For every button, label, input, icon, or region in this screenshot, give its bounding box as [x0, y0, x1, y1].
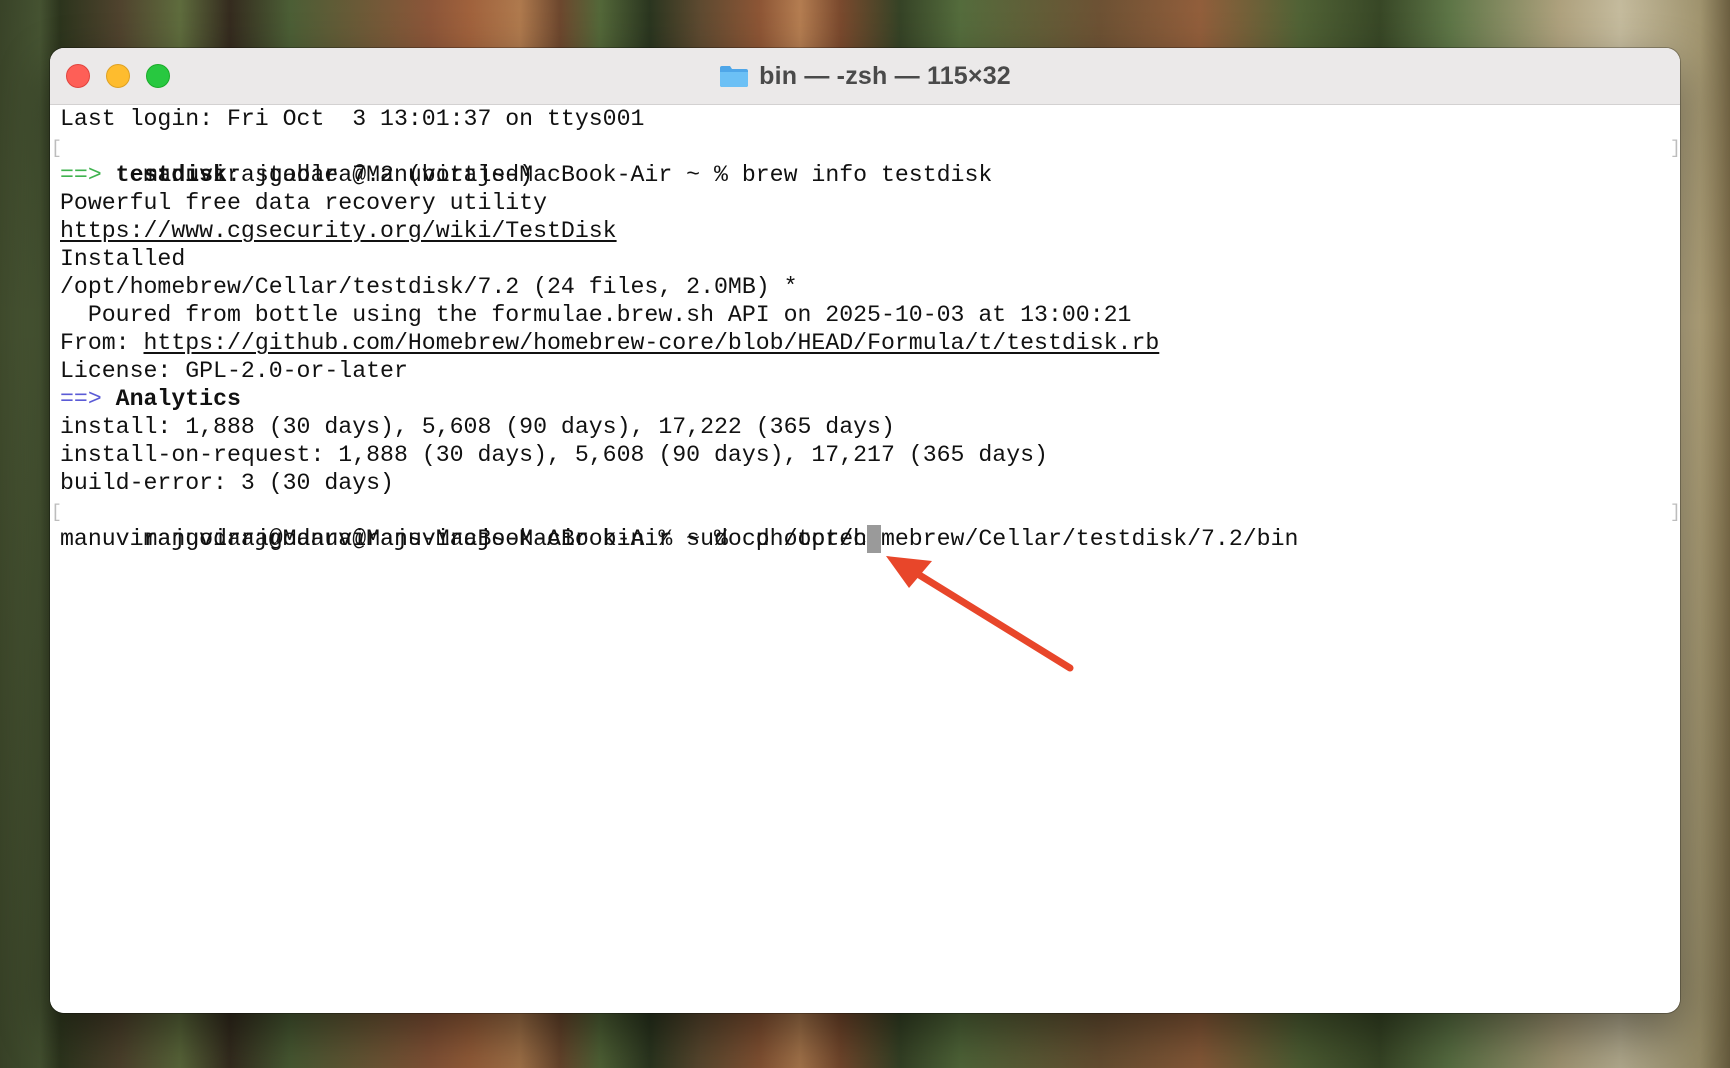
text-cursor: [867, 525, 882, 553]
mark-right: ]: [1670, 139, 1680, 159]
prompt-line-brew-info: [manuvirajgodara@Manuvirajs-MacBook-Air …: [51, 133, 1680, 188]
terminal-output[interactable]: Last login: Fri Oct 3 13:01:37 on ttys00…: [50, 105, 1680, 1013]
homepage-line: https://www.cgsecurity.org/wiki/TestDisk: [60, 217, 1680, 245]
installed-line: Installed: [60, 246, 186, 272]
description-line: Powerful free data recovery utility: [60, 190, 548, 216]
analytics-header-line: ==> Analytics: [60, 385, 1680, 413]
mark-left: [: [51, 503, 62, 523]
window-title: bin — -zsh — 115×32: [759, 61, 1011, 90]
analytics-arrow: ==>: [60, 386, 102, 412]
current-command: manuvirajgodara@Manuvirajs-MacBook-Air b…: [60, 526, 868, 552]
prompt-line-cd: [ manuvirajgodara@Manuvirajs-MacBook-Air …: [51, 497, 1680, 552]
install-path-line: /opt/homebrew/Cellar/testdisk/7.2 (24 fi…: [60, 274, 798, 300]
window-title-group: bin — -zsh — 115×32: [50, 48, 1680, 104]
from-line: From: https://github.com/Homebrew/homebr…: [60, 329, 1680, 357]
last-login-line: Last login: Fri Oct 3 13:01:37 on ttys00…: [60, 106, 645, 132]
info-arrow: ==>: [60, 162, 102, 188]
license-line: License: GPL-2.0-or-later: [60, 358, 408, 384]
info-header-line: ==> testdisk: stable 7.2 (bottled): [60, 161, 1680, 189]
title-bar[interactable]: bin — -zsh — 115×32: [50, 48, 1680, 105]
build-error-line: build-error: 3 (30 days): [60, 470, 394, 496]
homepage-link[interactable]: https://www.cgsecurity.org/wiki/TestDisk: [60, 218, 617, 244]
mark-left: [: [51, 139, 62, 159]
folder-icon: [720, 66, 749, 87]
mark-right: ]: [1670, 503, 1680, 523]
terminal-window[interactable]: bin — -zsh — 115×32 Last login: Fri Oct …: [50, 48, 1680, 1013]
prompt-line-current[interactable]: manuvirajgodara@Manuvirajs-MacBook-Air b…: [60, 525, 1680, 553]
poured-line: Poured from bottle using the formulae.br…: [60, 302, 1132, 328]
formula-source-link[interactable]: https://github.com/Homebrew/homebrew-cor…: [144, 330, 1160, 356]
install-stats-line: install: 1,888 (30 days), 5,608 (90 days…: [60, 414, 895, 440]
formula-name: testdisk: [115, 162, 227, 188]
analytics-label: Analytics: [115, 386, 241, 412]
from-label: From:: [60, 330, 144, 356]
formula-version: : stable 7.2 (bottled): [227, 162, 534, 188]
install-on-request-line: install-on-request: 1,888 (30 days), 5,6…: [60, 442, 1048, 468]
